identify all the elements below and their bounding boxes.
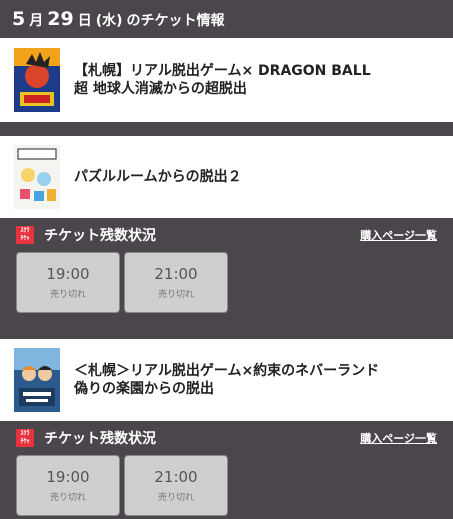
ticket-status-title: チケット残数状況 <box>44 228 156 244</box>
event-title-line2[interactable]: 超 地球人消滅からの超脱出 <box>74 80 371 98</box>
slot-row: 19:00 売り切れ 21:00 売り切れ <box>16 252 437 313</box>
purchase-page-list-link[interactable]: 購入ページ一覧 <box>360 227 437 243</box>
header-month-unit: 月 <box>29 13 44 29</box>
logo-bottom-text: ﾁｹｯ <box>20 438 30 445</box>
event-title[interactable]: 【札幌】リアル脱出ゲーム× DRAGON BALL 超 地球人消滅からの超脱出 <box>74 62 371 98</box>
time-slot-button[interactable]: 21:00 売り切れ <box>124 455 228 516</box>
logo-bottom-text: ﾁｹｯ <box>20 235 30 242</box>
logo-top-text: ｽｸﾗ <box>20 430 30 437</box>
time-slot-button[interactable]: 19:00 売り切れ <box>16 455 120 516</box>
event-title[interactable]: ＜札幌＞リアル脱出ゲーム×約束のネバーランド 偽りの楽園からの脱出 <box>74 362 379 398</box>
puzzle-room-poster-icon <box>14 145 60 209</box>
slot-status: 売り切れ <box>49 493 86 503</box>
slot-status: 売り切れ <box>157 493 194 503</box>
scrap-ticket-logo: ｽｸﾗ ﾁｹｯ <box>16 226 34 244</box>
slot-row: 19:00 売り切れ 21:00 売り切れ <box>16 455 437 516</box>
event-title-line1[interactable]: 【札幌】リアル脱出ゲーム× DRAGON BALL <box>74 62 371 80</box>
logo-top-text: ｽｸﾗ <box>20 227 30 234</box>
slot-time: 21:00 <box>154 265 198 283</box>
time-slot-button[interactable]: 21:00 売り切れ <box>124 252 228 313</box>
event-card-dragonball[interactable]: 【札幌】リアル脱出ゲーム× DRAGON BALL 超 地球人消滅からの超脱出 <box>0 38 453 122</box>
event-card-neverland[interactable]: ＜札幌＞リアル脱出ゲーム×約束のネバーランド 偽りの楽園からの脱出 <box>0 339 453 421</box>
ticket-head: ｽｸﾗ ﾁｹｯ チケット残数状況 購入ページ一覧 <box>16 226 437 244</box>
header-suffix: のチケット情報 <box>126 13 225 29</box>
slot-status: 売り切れ <box>157 290 194 300</box>
header-month: 5 <box>12 8 26 30</box>
slot-time: 19:00 <box>46 468 90 486</box>
time-slot-button[interactable]: 19:00 売り切れ <box>16 252 120 313</box>
slot-status: 売り切れ <box>49 290 86 300</box>
ticket-section: ｽｸﾗ ﾁｹｯ チケット残数状況 購入ページ一覧 19:00 売り切れ 21:0… <box>0 421 453 519</box>
ticket-status-title: チケット残数状況 <box>44 431 156 447</box>
slot-time: 19:00 <box>46 265 90 283</box>
neverland-poster-icon <box>14 348 60 412</box>
header-weekday: (水) <box>95 13 123 29</box>
event-title-line1[interactable]: ＜札幌＞リアル脱出ゲーム×約束のネバーランド <box>74 362 379 380</box>
header-day: 29 <box>47 8 74 30</box>
event-title[interactable]: パズルルームからの脱出２ <box>74 168 242 186</box>
ticket-head: ｽｸﾗ ﾁｹｯ チケット残数状況 購入ページ一覧 <box>16 429 437 447</box>
event-title-line2[interactable]: 偽りの楽園からの脱出 <box>74 380 379 398</box>
dragonball-poster-icon <box>14 48 60 112</box>
event-card-puzzle-room[interactable]: パズルルームからの脱出２ <box>0 136 453 218</box>
header-day-unit: 日 <box>77 13 92 29</box>
slot-time: 21:00 <box>154 468 198 486</box>
event-title-line1[interactable]: パズルルームからの脱出２ <box>74 168 242 186</box>
scrap-ticket-logo: ｽｸﾗ ﾁｹｯ <box>16 429 34 447</box>
date-header: 5 月 29 日 (水) のチケット情報 <box>0 0 453 38</box>
ticket-section: ｽｸﾗ ﾁｹｯ チケット残数状況 購入ページ一覧 19:00 売り切れ 21:0… <box>0 218 453 339</box>
purchase-page-list-link[interactable]: 購入ページ一覧 <box>360 430 437 446</box>
